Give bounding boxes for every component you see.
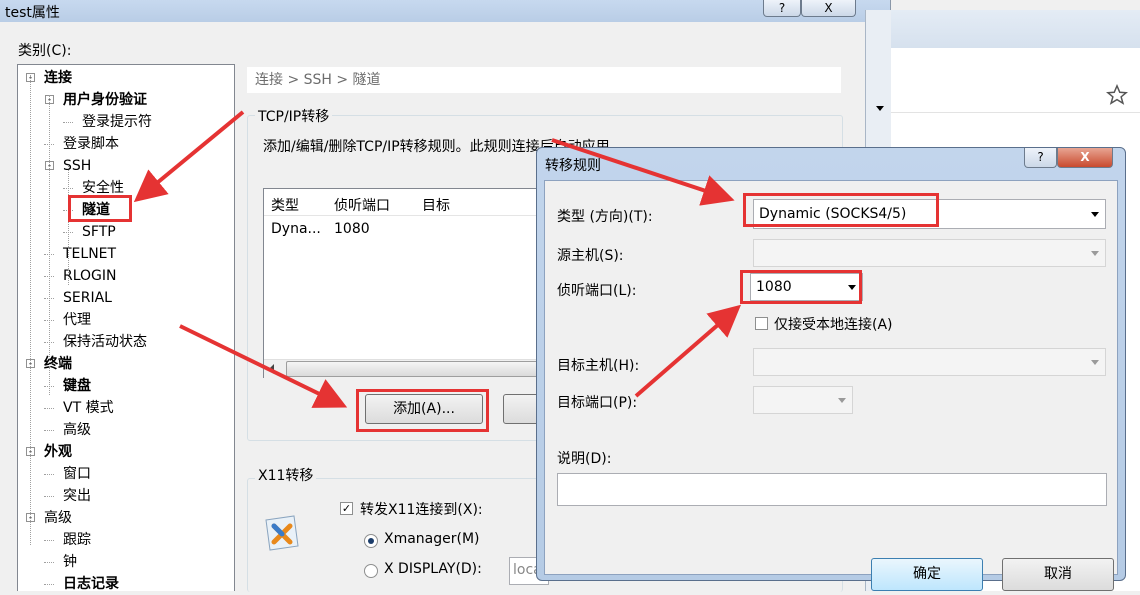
source-host-select[interactable] xyxy=(753,239,1106,267)
tree-item[interactable]: 高级 xyxy=(63,419,91,441)
tree-guide xyxy=(30,75,31,545)
tree-item[interactable]: 高级 xyxy=(44,507,72,529)
tree-item[interactable]: 跟踪 xyxy=(63,529,91,551)
column-listen-port[interactable]: 侦听端口 xyxy=(334,195,390,215)
tree-connector xyxy=(63,122,73,123)
dialog-title: 转移规则 xyxy=(545,158,601,174)
target-host-select[interactable] xyxy=(753,348,1106,376)
tree-connector xyxy=(44,430,54,431)
type-label: 类型 (方向)(T): xyxy=(557,209,653,225)
category-label: 类别(C): xyxy=(18,43,72,59)
background-titlebar xyxy=(856,10,1140,48)
x11-group-title: X11转移 xyxy=(255,465,317,485)
row-type: Dyna... xyxy=(271,221,321,237)
dialog-close-button[interactable]: X xyxy=(1057,148,1113,168)
highlight-type-select xyxy=(743,193,939,227)
tree-guide xyxy=(68,165,69,285)
xdisplay-label: X DISPLAY(D): xyxy=(384,561,482,577)
close-button[interactable]: X xyxy=(801,0,856,17)
tree-item[interactable]: 用户身份验证 xyxy=(63,89,147,111)
x11-forward-label: 转发X11连接到(X): xyxy=(360,502,483,518)
category-tree[interactable]: 连接 - 用户身份验证 - 登录提示符 登录脚本 SSH - 安全性 隧道 SFTP TELNET RL… xyxy=(17,64,235,592)
star-icon[interactable] xyxy=(1106,84,1128,106)
description-input[interactable] xyxy=(557,473,1107,506)
dialog-help-button[interactable]: ? xyxy=(1024,148,1057,168)
title-bar: test属性 ? X xyxy=(0,0,890,22)
tree-item[interactable]: TELNET xyxy=(63,243,116,265)
tree-item[interactable]: RLOGIN xyxy=(63,265,117,287)
tree-connector xyxy=(44,584,54,585)
tree-item[interactable]: 保持活动状态 xyxy=(63,331,147,353)
x11-forward-checkbox[interactable]: ✓ xyxy=(340,502,353,515)
tree-connector xyxy=(44,496,54,497)
target-port-label: 目标端口(P): xyxy=(557,395,638,411)
cancel-button[interactable]: 取消 xyxy=(1002,558,1114,591)
tree-item[interactable]: VT 模式 xyxy=(63,397,114,419)
chevron-down-icon xyxy=(1091,360,1099,365)
column-target[interactable]: 目标 xyxy=(422,195,450,215)
tree-connector xyxy=(44,408,54,409)
tree-item[interactable]: 突出 xyxy=(63,485,91,507)
tree-item[interactable]: 日志记录 xyxy=(63,573,119,595)
help-button[interactable]: ? xyxy=(763,0,801,17)
tree-item[interactable]: SERIAL xyxy=(63,287,112,309)
tree-connector xyxy=(44,562,54,563)
highlight-tunnel xyxy=(68,195,132,222)
xmanager-radio[interactable] xyxy=(364,534,378,548)
tree-item[interactable]: 外观 xyxy=(44,441,72,463)
tree-item[interactable]: 钟 xyxy=(63,551,77,573)
column-type[interactable]: 类型 xyxy=(271,195,299,215)
tree-item[interactable]: 窗口 xyxy=(63,463,91,485)
window-title: test属性 xyxy=(5,5,60,21)
background-toolbar xyxy=(856,62,1140,113)
tcp-group-title: TCP/IP转移 xyxy=(255,106,333,126)
xmanager-icon xyxy=(265,515,299,551)
xdisplay-radio[interactable] xyxy=(364,564,378,578)
tree-item[interactable]: 键盘 xyxy=(63,375,91,397)
ok-button[interactable]: 确定 xyxy=(871,558,983,591)
target-port-select[interactable] xyxy=(753,386,853,414)
tree-guide xyxy=(49,95,50,395)
dialog-body: 类型 (方向)(T): Dynamic (SOCKS4/5) 源主机(S): 侦… xyxy=(544,180,1118,591)
row-port: 1080 xyxy=(334,221,370,237)
tree-connector xyxy=(44,474,54,475)
source-host-label: 源主机(S): xyxy=(557,248,624,264)
description-label: 说明(D): xyxy=(557,451,612,467)
local-only-checkbox[interactable] xyxy=(755,317,768,330)
chevron-down-icon xyxy=(1091,251,1099,256)
chevron-down-icon xyxy=(1091,212,1099,217)
tree-item[interactable]: 连接 xyxy=(44,67,72,89)
breadcrumb: 连接 > SSH > 隧道 xyxy=(247,67,841,93)
highlight-listen-port xyxy=(740,270,862,304)
local-only-label: 仅接受本地连接(A) xyxy=(774,317,893,333)
scroll-thumb[interactable] xyxy=(286,361,548,377)
chevron-down-icon xyxy=(876,106,884,111)
listen-port-label: 侦听端口(L): xyxy=(557,283,637,299)
chevron-down-icon xyxy=(838,398,846,403)
arrow-left-icon[interactable] xyxy=(269,364,274,374)
xmanager-label: Xmanager(M) xyxy=(384,531,480,547)
target-host-label: 目标主机(H): xyxy=(557,358,640,374)
tree-item[interactable]: SFTP xyxy=(82,221,116,243)
tree-item[interactable]: 代理 xyxy=(63,309,91,331)
highlight-add-button xyxy=(356,389,489,432)
tree-item[interactable]: 登录脚本 xyxy=(63,133,119,155)
tree-connector xyxy=(44,540,54,541)
tree-item[interactable]: 登录提示符 xyxy=(82,111,152,133)
